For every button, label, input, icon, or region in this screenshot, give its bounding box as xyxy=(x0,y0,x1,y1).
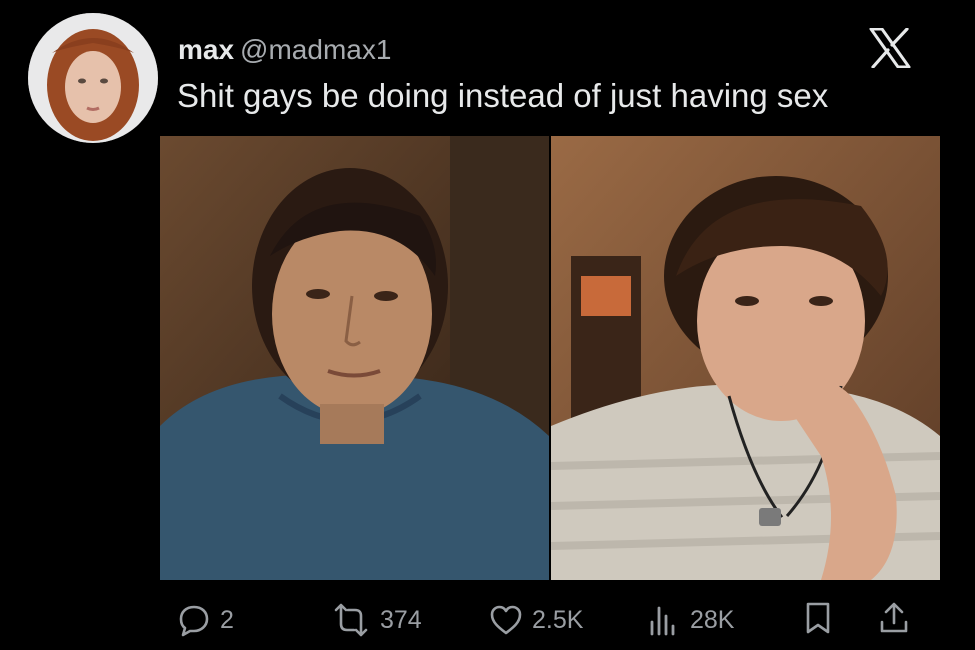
tweet-text: Shit gays be doing instead of just havin… xyxy=(177,77,829,114)
retweet-button[interactable]: 374 xyxy=(330,600,422,640)
reply-count: 2 xyxy=(220,606,234,634)
heart-icon xyxy=(488,602,524,638)
photo-left[interactable] xyxy=(160,136,549,580)
like-count: 2.5K xyxy=(532,606,584,634)
reply-icon xyxy=(176,602,212,638)
photo-right[interactable] xyxy=(551,136,940,580)
views-count: 28K xyxy=(690,606,735,634)
x-logo-icon xyxy=(869,27,911,69)
retweet-count: 374 xyxy=(380,606,422,634)
author-name[interactable]: max xyxy=(178,34,234,65)
share-icon xyxy=(876,600,912,636)
reply-button[interactable]: 2 xyxy=(176,600,234,640)
tweet-actions: 2 374 2.5K 28K xyxy=(0,600,975,644)
like-button[interactable]: 2.5K xyxy=(488,600,583,640)
bookmark-button[interactable] xyxy=(801,600,835,636)
tweet-media[interactable] xyxy=(160,136,940,580)
avatar[interactable] xyxy=(28,13,158,143)
tweet-header: max @madmax1 xyxy=(178,34,391,66)
views-button[interactable]: 28K xyxy=(646,600,734,640)
avatar-photo xyxy=(28,13,158,143)
retweet-icon xyxy=(330,602,372,638)
share-button[interactable] xyxy=(876,600,912,636)
bookmark-icon xyxy=(801,600,835,636)
author-handle[interactable]: @madmax1 xyxy=(240,34,391,65)
tweet-card: max @madmax1 Shit gays be doing instead o… xyxy=(0,0,975,650)
views-chart-icon xyxy=(646,602,682,638)
